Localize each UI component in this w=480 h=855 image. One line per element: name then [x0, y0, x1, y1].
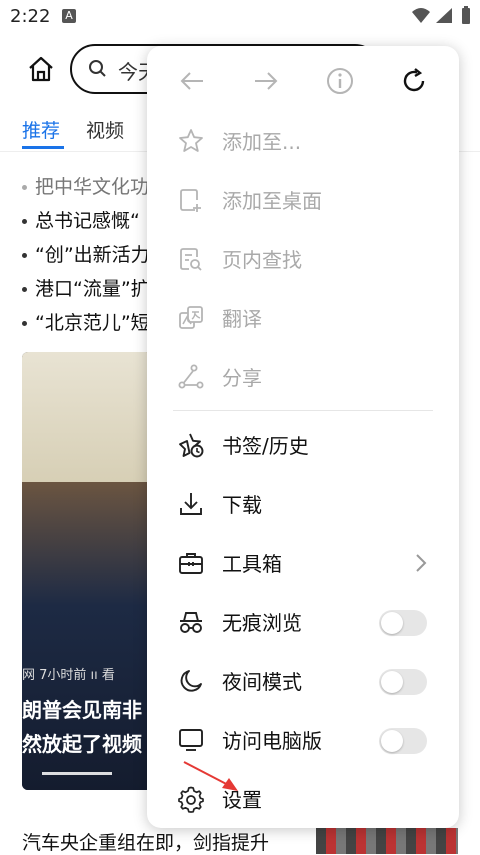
incognito-icon	[177, 608, 205, 636]
home-button[interactable]	[26, 54, 56, 84]
forward-button[interactable]	[251, 66, 281, 96]
toolbox-icon	[177, 549, 205, 577]
browser-menu: 添加至... 添加至桌面 页内查找 翻译 分享 书签/历史 下载 工具箱 无痕浏…	[147, 46, 459, 828]
find-in-page-icon	[177, 245, 205, 273]
star-icon	[177, 127, 205, 155]
wifi-signal-battery-icon	[412, 6, 470, 24]
menu-divider	[173, 410, 433, 411]
status-time: 2:22	[10, 6, 51, 27]
tab-video[interactable]: 视频	[86, 116, 124, 143]
menu-item-add-to-desktop[interactable]: 添加至桌面	[147, 172, 459, 228]
headline-item[interactable]: “创”出新活力	[22, 240, 150, 267]
menu-item-download[interactable]: 下载	[147, 476, 459, 532]
info-icon	[327, 68, 353, 94]
incognito-toggle[interactable]	[379, 610, 427, 636]
search-icon	[88, 59, 108, 83]
menu-item-find-in-page[interactable]: 页内查找	[147, 231, 459, 287]
chevron-right-icon	[415, 553, 427, 577]
menu-item-toolbox[interactable]: 工具箱	[147, 535, 459, 591]
night-mode-toggle[interactable]	[379, 669, 427, 695]
notification-badge: A	[62, 9, 76, 23]
tab-recommend[interactable]: 推荐	[22, 116, 60, 143]
active-tab-indicator	[22, 146, 64, 149]
back-button[interactable]	[177, 66, 207, 96]
menu-item-incognito[interactable]: 无痕浏览	[147, 594, 459, 650]
menu-item-translate[interactable]: 翻译	[147, 290, 459, 346]
headline-item[interactable]: 港口“流量”扩	[22, 274, 150, 301]
translate-icon	[177, 304, 205, 332]
bottom-headline-thumbnail	[316, 828, 458, 854]
add-to-desktop-icon	[177, 186, 205, 214]
arrow-left-icon	[180, 72, 203, 90]
menu-nav-row	[147, 46, 459, 116]
download-icon	[177, 490, 205, 518]
news-meta: 网 7小时前 ıı 看	[22, 668, 115, 683]
menu-item-add-to[interactable]: 添加至...	[147, 113, 459, 169]
status-icons	[410, 6, 472, 30]
news-caption-line1: 朗普会见南非	[22, 698, 142, 722]
carousel-progress	[42, 772, 112, 775]
bookmark-history-icon	[177, 431, 205, 459]
menu-item-share[interactable]: 分享	[147, 349, 459, 405]
bottom-headline[interactable]: 汽车央企重组在即，剑指提升	[22, 828, 269, 855]
page-info-button[interactable]	[325, 66, 355, 96]
annotation-arrow	[182, 760, 242, 800]
news-caption-line2: 然放起了视频	[22, 732, 142, 756]
headline-item[interactable]: “北京范儿”短	[22, 308, 150, 335]
desktop-site-toggle[interactable]	[379, 728, 427, 754]
status-bar: 2:22 A	[0, 0, 480, 34]
desktop-monitor-icon	[177, 726, 205, 754]
headline-item[interactable]: 总书记感慨“	[22, 206, 140, 233]
share-icon	[177, 363, 205, 391]
headline-item[interactable]: 把中华文化功	[22, 172, 149, 199]
refresh-button[interactable]	[399, 66, 429, 96]
refresh-icon	[403, 68, 425, 92]
menu-item-night-mode[interactable]: 夜间模式	[147, 653, 459, 709]
menu-item-bookmarks-history[interactable]: 书签/历史	[147, 417, 459, 473]
arrow-right-icon	[255, 72, 278, 90]
home-icon	[29, 56, 53, 82]
featured-news-card[interactable]: 网 7小时前 ıı 看 朗普会见南非 然放起了视频	[22, 352, 152, 790]
moon-icon	[177, 667, 205, 695]
